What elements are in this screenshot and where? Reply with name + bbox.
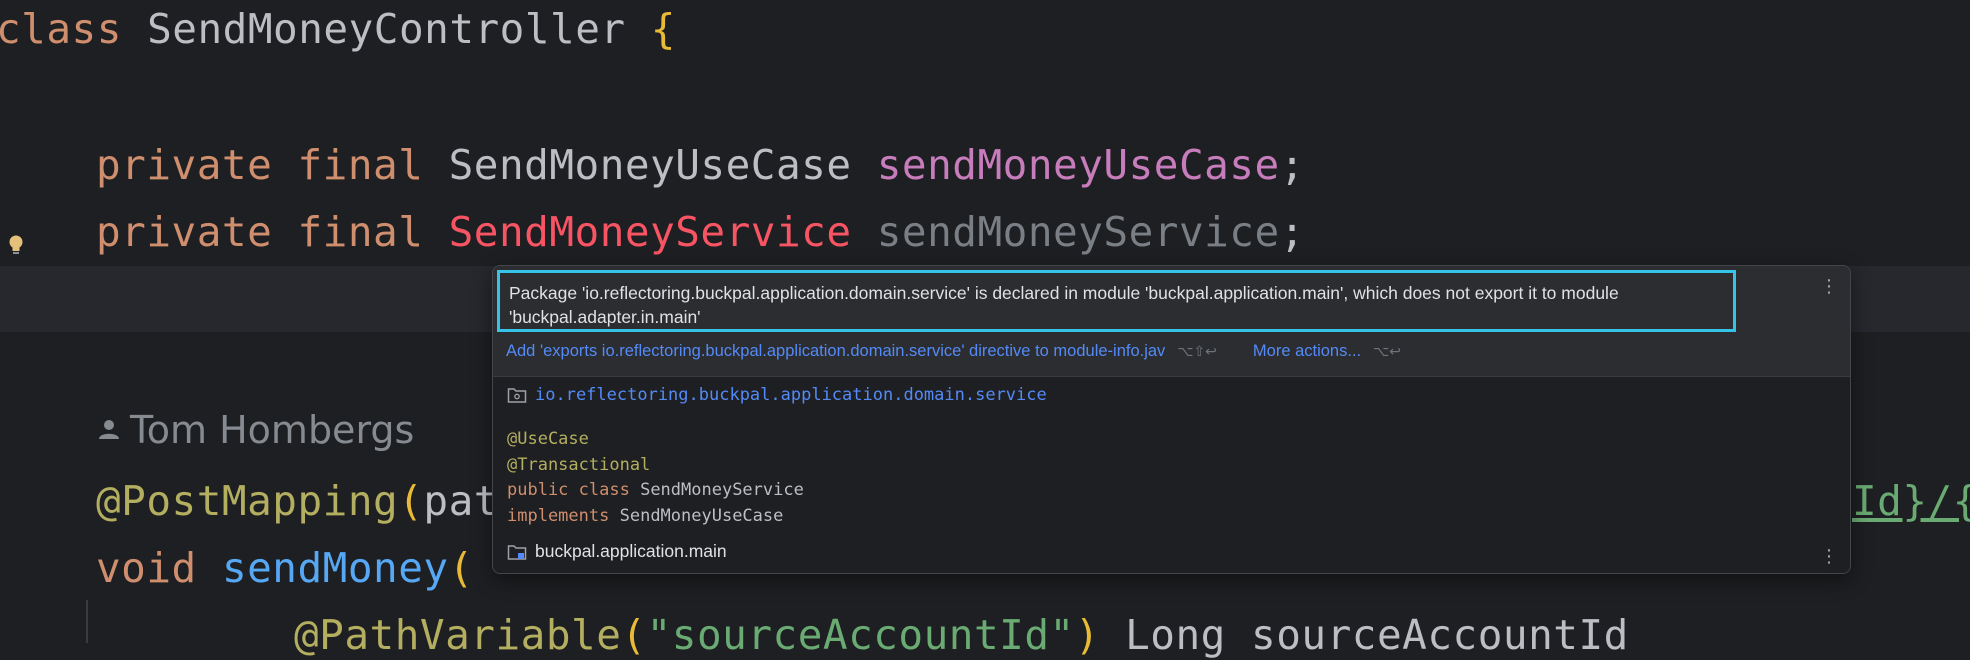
quick-fix-actions: Add 'exports io.reflectoring.buckpal.app… [506, 342, 1401, 361]
doc-class-name: SendMoneyService [640, 480, 804, 500]
annotation-postmapping: @PostMapping [96, 477, 399, 525]
string-literal: "sourceAccountId" [646, 611, 1075, 659]
class-name: SendMoneyController [147, 5, 626, 53]
field-type: SendMoneyUseCase [448, 141, 852, 189]
code-line-service-field[interactable]: private final SendMoneyService sendMoney… [96, 207, 1305, 257]
annotation-pathvariable: @PathVariable [294, 611, 622, 659]
close-paren: ) [1074, 611, 1100, 659]
unused-field-name: sendMoneyService [876, 208, 1280, 256]
module-row: buckpal.application.main [507, 541, 727, 562]
package-icon [507, 388, 527, 403]
author-name: Tom Hombergs [130, 408, 415, 452]
more-actions-shortcut: ⌥↩ [1373, 343, 1401, 360]
open-paren: ( [398, 477, 424, 525]
open-paren: ( [621, 611, 647, 659]
module-icon [507, 544, 527, 560]
doc-interface-name: SendMoneyUseCase [619, 505, 784, 526]
code-line-usecase-field[interactable]: private final SendMoneyUseCase sendMoney… [96, 140, 1305, 190]
keyword-private-final: private final [96, 208, 424, 256]
code-author[interactable]: Tom Hombergs [96, 408, 414, 452]
code-line-postmapping-tail[interactable]: Id}/{ [1852, 476, 1970, 526]
more-options-icon[interactable]: ⋮ [1820, 278, 1838, 296]
doc-keyword-implements: implements [507, 505, 610, 526]
keyword-class: class [0, 5, 122, 53]
error-message: Package 'io.reflectoring.buckpal.applica… [497, 270, 1736, 332]
doc-more-options-icon[interactable]: ⋮ [1820, 548, 1838, 566]
code-line-method-decl[interactable]: void sendMoney( [96, 543, 474, 593]
lightbulb-icon[interactable] [6, 234, 26, 258]
module-name: buckpal.application.main [535, 541, 727, 561]
code-line-postmapping[interactable]: @PostMapping(path [96, 476, 524, 526]
error-tooltip-popup[interactable]: Package 'io.reflectoring.buckpal.applica… [492, 265, 1851, 574]
doc-keyword-public-class: public class [507, 480, 630, 500]
add-exports-action-link[interactable]: Add 'exports io.reflectoring.buckpal.app… [506, 342, 1165, 361]
semicolon: ; [1279, 141, 1305, 189]
param-type: Long [1125, 611, 1226, 659]
code-line-path-variable[interactable]: @PathVariable("sourceAccountId") Long so… [294, 610, 1629, 660]
param-name: sourceAccountId [1251, 611, 1629, 659]
doc-annotation-transactional: @Transactional [507, 454, 651, 475]
semicolon: ; [1279, 208, 1305, 256]
open-paren: ( [448, 544, 474, 592]
more-actions-link[interactable]: More actions... [1253, 342, 1361, 361]
popup-message-section: Package 'io.reflectoring.buckpal.applica… [493, 266, 1850, 376]
method-name: sendMoney [221, 544, 449, 592]
doc-annotation-usecase: @UseCase [507, 429, 589, 449]
code-line-class-decl[interactable]: class SendMoneyController { [0, 4, 676, 54]
open-brace: { [650, 5, 676, 53]
field-name: sendMoneyUseCase [876, 141, 1280, 189]
error-field-type: SendMoneyService [448, 208, 852, 256]
path-template-fragment[interactable]: Id}/{ [1852, 477, 1970, 525]
package-row[interactable]: io.reflectoring.buckpal.application.doma… [507, 385, 1047, 405]
keyword-void: void [96, 544, 197, 592]
person-icon [99, 420, 119, 439]
package-name-link[interactable]: io.reflectoring.buckpal.application.doma… [535, 385, 1047, 405]
popup-documentation: io.reflectoring.buckpal.application.doma… [493, 376, 1850, 573]
doc-code-block: @UseCase @Transactional public class Sen… [507, 427, 804, 529]
keyword-private-final: private final [96, 141, 424, 189]
add-exports-shortcut: ⌥⇧↩ [1177, 343, 1217, 360]
indent-guide [86, 600, 88, 643]
